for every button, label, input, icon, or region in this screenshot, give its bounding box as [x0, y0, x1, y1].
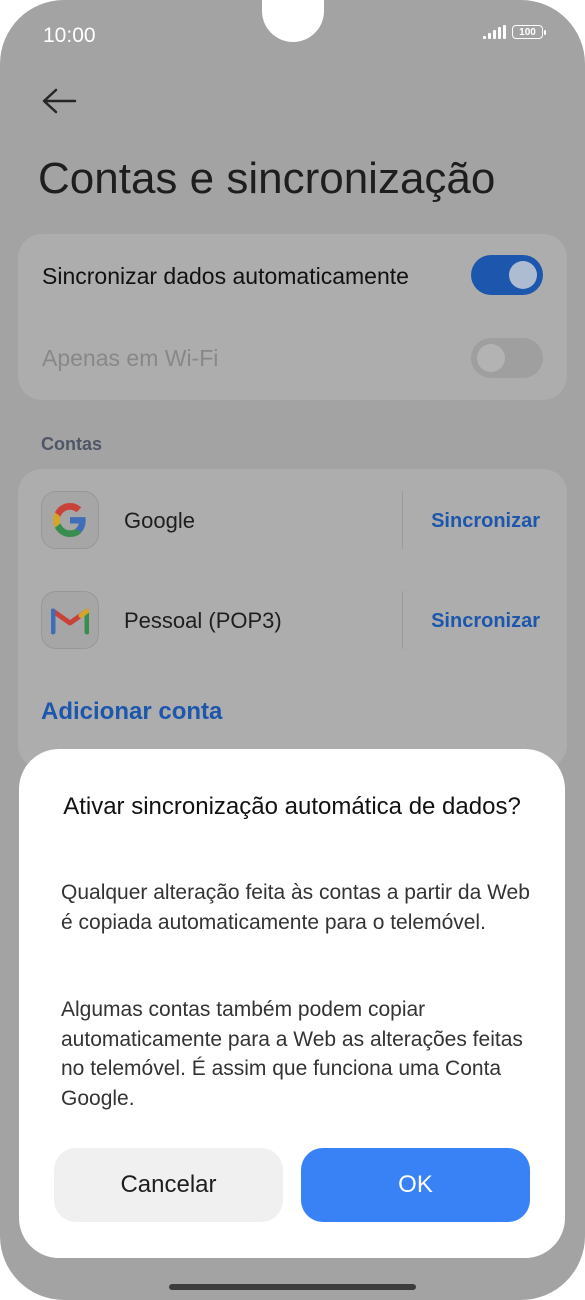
camera-notch — [262, 0, 324, 42]
auto-sync-toggle[interactable] — [471, 255, 543, 295]
add-account-link[interactable]: Adicionar conta — [41, 698, 222, 726]
sync-google-button[interactable]: Sincronizar — [431, 510, 540, 533]
accounts-section-label: Contas — [41, 434, 103, 454]
status-time: 10:00 — [43, 24, 96, 47]
accounts-card: Google Sincronizar Pessoal (POP3) Sincro… — [18, 469, 567, 769]
sync-pop3-button[interactable]: Sincronizar — [431, 610, 540, 633]
dialog-title: Ativar sincronização automática de dados… — [63, 793, 521, 820]
wifi-only-toggle[interactable] — [471, 338, 543, 378]
back-button[interactable] — [40, 86, 78, 116]
account-name-google: Google — [124, 508, 195, 533]
sync-settings-card: Sincronizar dados automaticamente Apenas… — [18, 234, 567, 400]
account-name-pop3: Pessoal (POP3) — [124, 608, 282, 633]
auto-sync-label: Sincronizar dados automaticamente — [42, 263, 409, 289]
battery-level: 100 — [519, 26, 536, 38]
signal-icon — [483, 25, 506, 39]
back-arrow-icon — [42, 88, 77, 114]
home-indicator[interactable] — [169, 1284, 416, 1290]
toggle-knob — [509, 261, 537, 289]
dialog-paragraph: Qualquer alteração feita às contas a par… — [61, 881, 530, 934]
dialog-paragraph: Algumas contas também podem copiar autom… — [61, 998, 523, 1110]
divider — [402, 491, 403, 549]
phone-screen: 10:00 100 Contas e sincronização Sincron… — [0, 0, 585, 1300]
cancel-button[interactable]: Cancelar — [54, 1148, 283, 1222]
toggle-knob — [477, 344, 505, 372]
divider — [402, 591, 403, 649]
confirm-dialog: Ativar sincronização automática de dados… — [19, 749, 565, 1258]
ok-button[interactable]: OK — [301, 1148, 530, 1222]
page-title: Contas e sincronização — [38, 154, 496, 203]
status-icons: 100 — [483, 25, 546, 39]
google-icon — [41, 491, 99, 549]
gmail-icon — [41, 591, 99, 649]
wifi-only-label: Apenas em Wi-Fi — [42, 345, 219, 371]
battery-icon: 100 — [512, 25, 546, 39]
